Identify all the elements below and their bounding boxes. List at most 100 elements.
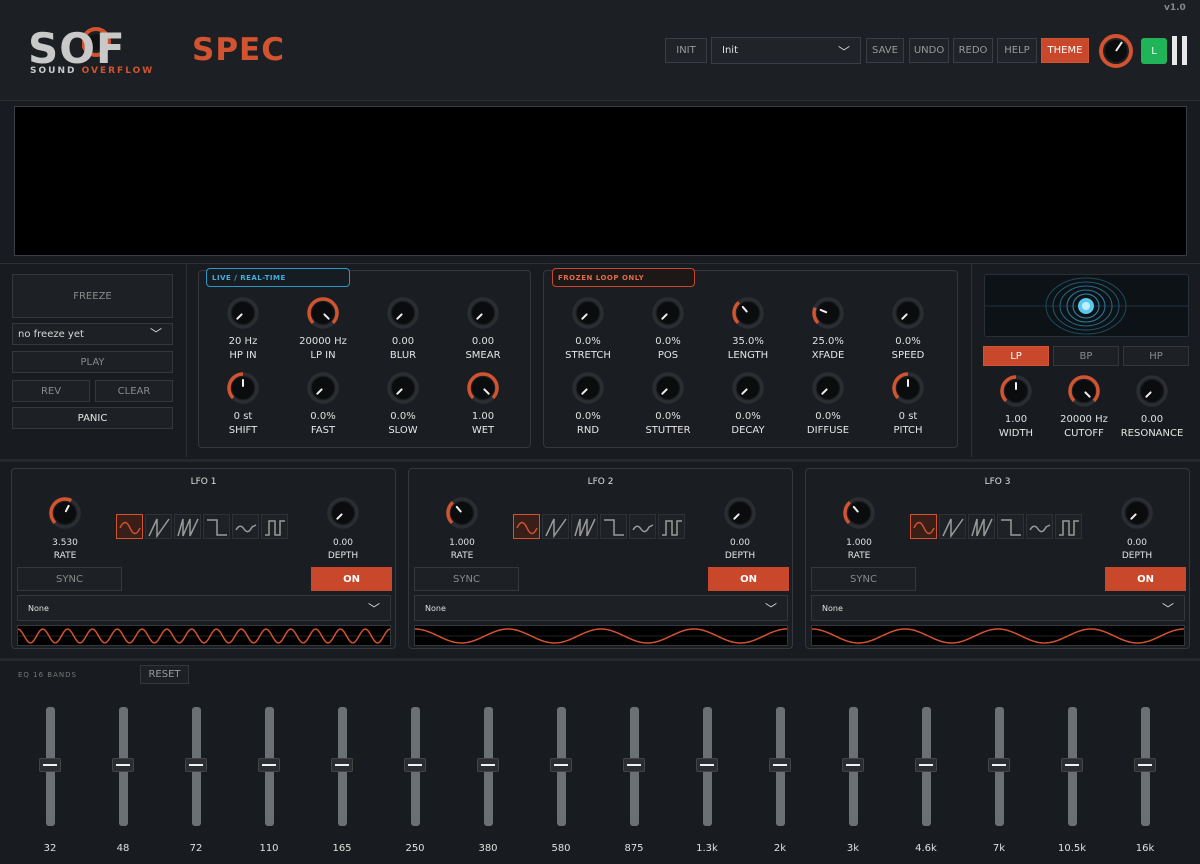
lfo-depth-knob[interactable] bbox=[1120, 496, 1154, 530]
filter-width-knob[interactable] bbox=[999, 374, 1033, 408]
freeze-slot-select[interactable]: no freeze yet ﹀ bbox=[12, 323, 173, 345]
theme-button[interactable]: THEME bbox=[1041, 38, 1089, 63]
eq-band-thumb[interactable] bbox=[185, 758, 207, 772]
lfo-sync-button[interactable]: SYNC bbox=[414, 567, 519, 591]
live-slow-knob[interactable] bbox=[386, 371, 420, 405]
lfo-sync-button[interactable]: SYNC bbox=[17, 567, 122, 591]
eq-band-thumb[interactable] bbox=[258, 758, 280, 772]
wave-double-saw-icon[interactable] bbox=[174, 514, 201, 539]
wave-saw-icon[interactable] bbox=[939, 514, 966, 539]
reverse-button[interactable]: REV bbox=[12, 380, 90, 402]
panic-button[interactable]: PANIC bbox=[12, 407, 173, 429]
filter-resonance-knob[interactable] bbox=[1135, 374, 1169, 408]
lfo-target-value: None bbox=[822, 603, 843, 613]
chevron-down-icon: ﹀ bbox=[837, 45, 850, 59]
clear-button[interactable]: CLEAR bbox=[95, 380, 173, 402]
eq-reset-button[interactable]: RESET bbox=[140, 665, 189, 684]
redo-button[interactable]: REDO bbox=[953, 38, 993, 63]
frozen-xfade-label: XFADE bbox=[811, 350, 845, 361]
eq-band-thumb[interactable] bbox=[550, 758, 572, 772]
filter-cutoff-knob[interactable] bbox=[1067, 374, 1101, 408]
eq-band-thumb[interactable] bbox=[1134, 758, 1156, 772]
wave-pulse-icon[interactable] bbox=[1055, 514, 1082, 539]
frozen-decay-knob[interactable] bbox=[731, 371, 765, 405]
wave-square-step-icon[interactable] bbox=[997, 514, 1024, 539]
wave-double-saw-icon[interactable] bbox=[571, 514, 598, 539]
wave-random-icon[interactable] bbox=[1026, 514, 1053, 539]
filter-mode-hp-button[interactable]: HP bbox=[1123, 346, 1189, 366]
wave-random-icon[interactable] bbox=[232, 514, 259, 539]
wave-sine-icon[interactable] bbox=[513, 514, 540, 539]
live-blur-knob[interactable] bbox=[386, 296, 420, 330]
frozen-stretch-knob[interactable] bbox=[571, 296, 605, 330]
chevron-down-icon: ﹀ bbox=[1161, 602, 1174, 616]
lfo-on-button[interactable]: ON bbox=[1105, 567, 1186, 591]
eq-band-thumb[interactable] bbox=[696, 758, 718, 772]
wave-pulse-icon[interactable] bbox=[261, 514, 288, 539]
eq-band-thumb[interactable] bbox=[404, 758, 426, 772]
eq-band-thumb[interactable] bbox=[112, 758, 134, 772]
wave-double-saw-icon[interactable] bbox=[968, 514, 995, 539]
lfo-sync-button[interactable]: SYNC bbox=[811, 567, 916, 591]
wave-saw-icon[interactable] bbox=[145, 514, 172, 539]
frozen-xfade-knob[interactable] bbox=[811, 296, 845, 330]
frozen-length-knob[interactable] bbox=[731, 296, 765, 330]
play-button[interactable]: PLAY bbox=[12, 351, 173, 373]
lfo-on-button[interactable]: ON bbox=[708, 567, 789, 591]
eq-band-thumb[interactable] bbox=[1061, 758, 1083, 772]
eq-band-thumb[interactable] bbox=[769, 758, 791, 772]
live-hp-in-knob[interactable] bbox=[226, 296, 260, 330]
wave-square-step-icon[interactable] bbox=[203, 514, 230, 539]
save-button[interactable]: SAVE bbox=[866, 38, 904, 63]
eq-band-thumb[interactable] bbox=[988, 758, 1010, 772]
led-toggle-button[interactable]: L bbox=[1141, 38, 1167, 64]
eq-band-thumb[interactable] bbox=[842, 758, 864, 772]
eq-band-thumb[interactable] bbox=[915, 758, 937, 772]
lfo-target-select[interactable]: None ﹀ bbox=[17, 595, 391, 621]
frozen-pitch-knob[interactable] bbox=[891, 371, 925, 405]
eq-band-thumb[interactable] bbox=[623, 758, 645, 772]
eq-band-thumb[interactable] bbox=[477, 758, 499, 772]
live-lp-in-knob[interactable] bbox=[306, 296, 340, 330]
help-button[interactable]: HELP bbox=[997, 38, 1037, 63]
lfo-rate-knob[interactable] bbox=[48, 496, 82, 530]
lfo-rate-knob[interactable] bbox=[842, 496, 876, 530]
init-button[interactable]: INIT bbox=[665, 38, 707, 63]
frozen-rnd-knob[interactable] bbox=[571, 371, 605, 405]
freeze-button[interactable]: FREEZE bbox=[12, 274, 173, 318]
spectrum-display[interactable] bbox=[14, 106, 1187, 256]
lfo-rate-knob[interactable] bbox=[445, 496, 479, 530]
preset-select[interactable]: Init ﹀ bbox=[711, 37, 861, 64]
eq-band-thumb[interactable] bbox=[331, 758, 353, 772]
live-wet-knob[interactable] bbox=[466, 371, 500, 405]
live-blur-value: 0.00 bbox=[391, 336, 415, 347]
wave-pulse-icon[interactable] bbox=[658, 514, 685, 539]
lfo-depth-value: 0.00 bbox=[729, 538, 751, 548]
wave-square-step-icon[interactable] bbox=[600, 514, 627, 539]
undo-button[interactable]: UNDO bbox=[909, 38, 949, 63]
divider bbox=[186, 264, 187, 457]
live-shift-knob[interactable] bbox=[226, 371, 260, 405]
filter-mode-bp-button[interactable]: BP bbox=[1053, 346, 1119, 366]
wave-sine-icon[interactable] bbox=[116, 514, 143, 539]
lfo-target-select[interactable]: None ﹀ bbox=[811, 595, 1185, 621]
lfo-depth-knob[interactable] bbox=[723, 496, 757, 530]
live-fast-knob[interactable] bbox=[306, 371, 340, 405]
frozen-diffuse-knob[interactable] bbox=[811, 371, 845, 405]
lfo-target-select[interactable]: None ﹀ bbox=[414, 595, 788, 621]
eq-band-thumb[interactable] bbox=[39, 758, 61, 772]
wave-sine-icon[interactable] bbox=[910, 514, 937, 539]
lfo-target-value: None bbox=[425, 603, 446, 613]
master-volume-knob[interactable] bbox=[1097, 32, 1135, 70]
lfo-depth-knob[interactable] bbox=[326, 496, 360, 530]
frozen-pos-knob[interactable] bbox=[651, 296, 685, 330]
lfo-depth-label: DEPTH bbox=[724, 551, 756, 561]
lfo-on-button[interactable]: ON bbox=[311, 567, 392, 591]
live-smear-knob[interactable] bbox=[466, 296, 500, 330]
wave-saw-icon[interactable] bbox=[542, 514, 569, 539]
eq-band-frequency: 875 bbox=[624, 843, 644, 854]
wave-random-icon[interactable] bbox=[629, 514, 656, 539]
frozen-speed-knob[interactable] bbox=[891, 296, 925, 330]
frozen-stutter-knob[interactable] bbox=[651, 371, 685, 405]
filter-mode-lp-button[interactable]: LP bbox=[983, 346, 1049, 366]
